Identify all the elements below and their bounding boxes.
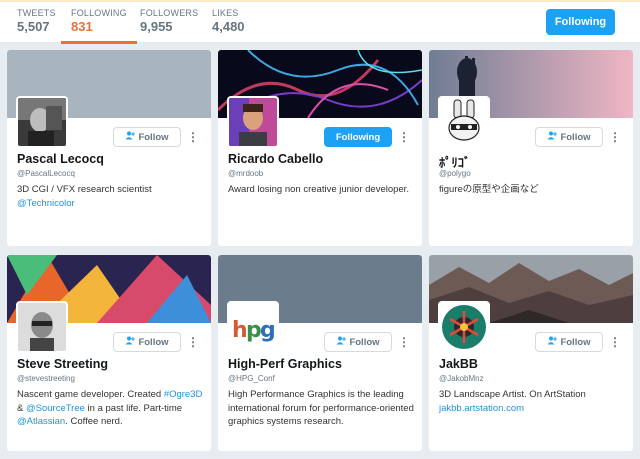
bio-text: figureの原型や企画など [439,184,539,195]
follow-button-label: Following [335,131,381,143]
add-user-icon [336,336,347,348]
more-options-icon[interactable]: ⋮ [187,334,199,350]
top-accent-line [0,0,640,2]
bio-hashtag-link[interactable]: #Ogre3D [164,389,203,400]
more-options-icon[interactable]: ⋮ [609,334,621,350]
profile-name[interactable]: Steve Streeting [17,357,108,371]
follow-button[interactable]: Follow [113,127,181,147]
stat-label: FOLLOWERS [140,8,199,18]
profile-handle[interactable]: @JakobMnz [439,374,484,383]
profile-card[interactable]: Follow ⋮ Steve Streeting @stevestreeting… [7,255,211,451]
profile-handle[interactable]: @HPG_Conf [228,374,275,383]
profile-bio: Nascent game developer. Created #Ogre3D … [17,388,205,429]
avatar[interactable]: h p g [227,301,279,353]
avatar[interactable] [438,96,490,148]
profile-card[interactable]: Follow ⋮ ﾎﾟﾘｺﾞ @polygo figureの原型や企画など [429,50,633,246]
follow-button-label: Follow [138,336,169,348]
stat-tweets[interactable]: TWEETS 5,507 [17,8,56,43]
add-user-icon [547,131,558,143]
stat-label: FOLLOWING [71,8,127,18]
follow-button[interactable]: Follow [113,332,181,352]
bio-link[interactable]: jakbb.artstation.com [439,402,627,416]
bio-mention-link[interactable]: @SourceTree [26,403,85,414]
follow-button[interactable]: Follow [535,332,603,352]
follow-button-label: Follow [138,131,169,143]
bio-text: 3D CGI / VFX research scientist [17,184,152,195]
profile-name[interactable]: Pascal Lecocq [17,152,104,166]
more-options-icon[interactable]: ⋮ [187,129,199,145]
following-button[interactable]: Following [546,9,615,35]
follow-button-label: Follow [349,336,380,348]
profile-bio: 3D CGI / VFX research scientist @Technic… [17,183,205,210]
profile-name[interactable]: JakBB [439,357,478,371]
profile-card[interactable]: Following ⋮ Ricardo Cabello @mrdoob Awar… [218,50,422,246]
following-button[interactable]: Following [324,127,392,147]
bio-link[interactable]: @Technicolor [17,197,205,211]
bio-text: 3D Landscape Artist. On ArtStation [439,389,586,400]
stat-likes[interactable]: LIKES 4,480 [212,8,245,43]
stat-value: 5,507 [17,19,50,34]
avatar[interactable] [438,301,490,353]
stat-value: 9,955 [140,19,173,34]
profile-card[interactable]: Follow ⋮ Pascal Lecocq @PascalLecocq 3D … [7,50,211,246]
profile-bio: High Performance Graphics is the leading… [228,388,416,429]
profile-card[interactable]: Follow ⋮ JakBB @JakobMnz 3D Landscape Ar… [429,255,633,451]
profile-handle[interactable]: @stevestreeting [17,374,75,383]
stat-value: 4,480 [212,19,245,34]
bio-text: Nascent game developer. Created [17,389,164,400]
profile-handle[interactable]: @mrdoob [228,169,263,178]
stat-label: TWEETS [17,8,56,18]
profile-bio: Award losing non creative junior develop… [228,183,416,197]
profile-handle[interactable]: @PascalLecocq [17,169,75,178]
profile-card[interactable]: h p g Follow ⋮ High-Perf Graphics @HPG_C… [218,255,422,451]
stat-value: 831 [71,19,93,34]
add-user-icon [125,131,136,143]
avatar[interactable] [16,301,68,353]
follow-button[interactable]: Follow [535,127,603,147]
profile-bio: 3D Landscape Artist. On ArtStation jakbb… [439,388,627,415]
bio-text: High Performance Graphics is the leading… [228,389,414,427]
add-user-icon [547,336,558,348]
stat-followers[interactable]: FOLLOWERS 9,955 [140,8,198,43]
stat-following[interactable]: FOLLOWING 831 [61,8,137,44]
follow-button[interactable]: Follow [324,332,392,352]
bio-mention-link[interactable]: @Atlassian [17,416,65,427]
profile-nav-bar: TWEETS 5,507 FOLLOWING 831 FOLLOWERS 9,9… [0,0,640,44]
more-options-icon[interactable]: ⋮ [609,129,621,145]
avatar[interactable] [16,96,68,148]
profile-handle[interactable]: @polygo [439,169,471,178]
follow-button-label: Follow [560,336,591,348]
bio-text: in a past life. Part-time [84,402,183,414]
bio-text: & [17,402,26,414]
follow-button-label: Follow [560,131,591,143]
profile-name[interactable]: High-Perf Graphics [228,357,342,371]
more-options-icon[interactable]: ⋮ [398,129,410,145]
add-user-icon [125,336,136,348]
profile-name[interactable]: Ricardo Cabello [228,152,323,166]
stat-label: LIKES [212,8,239,18]
avatar[interactable] [227,96,279,148]
more-options-icon[interactable]: ⋮ [398,334,410,350]
profile-bio: figureの原型や企画など [439,183,627,197]
bio-text: . Coffee nerd. [65,416,123,427]
bio-text: Award losing non creative junior develop… [228,184,409,195]
svg-text:g: g [260,318,276,343]
